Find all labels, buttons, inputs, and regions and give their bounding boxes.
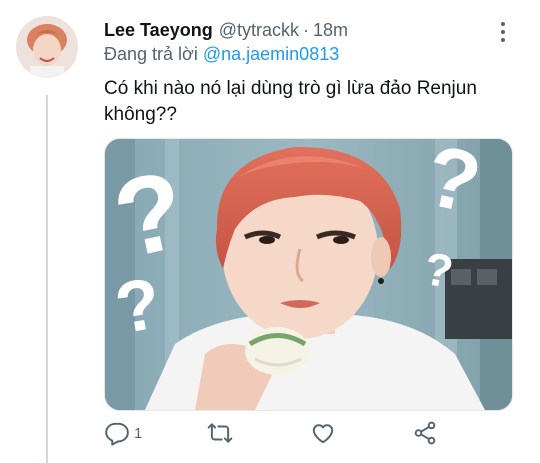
thread-line <box>46 95 48 463</box>
avatar[interactable] <box>16 16 78 78</box>
replying-prefix: Đang trả lời <box>104 44 198 64</box>
timestamp[interactable]: 18m <box>313 20 348 41</box>
tweet-header: Lee Taeyong @tytrackk · 18m <box>104 18 520 42</box>
more-vertical-icon[interactable] <box>500 22 506 42</box>
replying-to: Đang trả lời @na.jaemin0813 <box>104 44 339 65</box>
share-icon <box>414 421 436 445</box>
reply-count: 1 <box>134 424 143 442</box>
tweet-text: Có khi nào nó lại dùng trò gì lừa đảo Re… <box>104 76 504 128</box>
share-button[interactable] <box>412 418 438 448</box>
author-name[interactable]: Lee Taeyong <box>104 20 213 41</box>
reply-button[interactable]: 1 <box>104 418 142 448</box>
retweet-button[interactable] <box>206 418 238 448</box>
separator-dot: · <box>302 19 309 40</box>
retweet-icon <box>207 423 233 443</box>
replying-mention-link[interactable]: @na.jaemin0813 <box>203 44 339 64</box>
reply-icon <box>105 422 129 446</box>
avatar-image <box>16 16 78 78</box>
media-photo: ? ? ? ? <box>105 139 512 410</box>
tweet-actions: 1 <box>104 418 444 448</box>
tweet-text-line-2: không?? <box>104 104 177 125</box>
tweet-media-image[interactable]: ? ? ? ? <box>104 138 513 411</box>
like-button[interactable] <box>310 418 340 448</box>
author-handle[interactable]: @tytrackk <box>219 20 299 41</box>
heart-icon <box>312 424 334 444</box>
tweet-text-line-1: Có khi nào nó lại dùng trò gì lừa đảo Re… <box>104 78 477 99</box>
